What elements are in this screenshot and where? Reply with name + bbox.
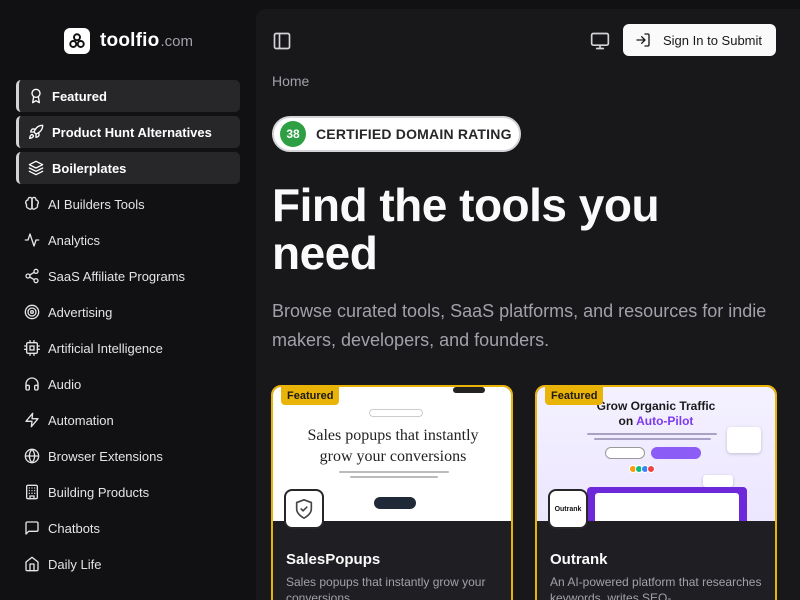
sidebar-item-automation[interactable]: Automation bbox=[16, 404, 240, 436]
sidebar-item-label: Product Hunt Alternatives bbox=[52, 124, 212, 140]
tool-name: SalesPopups bbox=[286, 551, 381, 568]
target-icon bbox=[24, 304, 40, 320]
screenshot-headline-line-1: Grow Organic Traffic bbox=[596, 399, 716, 413]
sidebar-item-label: Chatbots bbox=[48, 520, 101, 536]
theme-toggle-button[interactable] bbox=[590, 31, 610, 51]
screenshot-button-secondary bbox=[605, 447, 645, 459]
logo-icon bbox=[64, 28, 90, 54]
brain-icon bbox=[24, 196, 40, 212]
cpu-icon bbox=[24, 340, 40, 356]
monitor-icon bbox=[590, 32, 610, 50]
sidebar-item-daily-life[interactable]: Daily Life bbox=[16, 548, 240, 580]
screenshot-headline-line-2a: on bbox=[618, 414, 637, 428]
sidebar-item-label: Building Products bbox=[48, 484, 150, 500]
screenshot-button-primary bbox=[651, 447, 701, 459]
sidebar-item-label: Audio bbox=[48, 376, 82, 392]
sign-in-label: Sign In to Submit bbox=[663, 32, 762, 48]
sidebar-item-artificial-intelligence[interactable]: Artificial Intelligence bbox=[16, 332, 240, 364]
globe-icon bbox=[24, 448, 40, 464]
sidebar-item-building-products[interactable]: Building Products bbox=[16, 476, 240, 508]
sidebar-item-browser-extensions[interactable]: Browser Extensions bbox=[16, 440, 240, 472]
domain-rating-score: 38 bbox=[280, 121, 306, 147]
sidebar-item-label: AI Builders Tools bbox=[48, 196, 145, 212]
outrank-logo: Outrank bbox=[548, 489, 588, 529]
sidebar-item-label: Browser Extensions bbox=[48, 448, 163, 464]
zap-icon bbox=[24, 412, 40, 428]
sidebar-item-boilerplates[interactable]: Boilerplates bbox=[16, 152, 240, 184]
sign-in-button[interactable]: Sign In to Submit bbox=[623, 24, 776, 56]
sidebar-item-product-hunt-alternatives[interactable]: Product Hunt Alternatives bbox=[16, 116, 240, 148]
sidebar-item-audio[interactable]: Audio bbox=[16, 368, 240, 400]
activity-icon bbox=[24, 232, 40, 248]
sidebar-item-label: Analytics bbox=[48, 232, 101, 248]
screenshot-headline-line-2b: Auto-Pilot bbox=[636, 414, 694, 428]
main-content: Sign In to Submit Home 38 CERTIFIED DOMA… bbox=[256, 9, 800, 600]
logo-tld: .com bbox=[160, 32, 193, 50]
screenshot-avatars bbox=[629, 465, 655, 473]
sidebar-item-label: Artificial Intelligence bbox=[48, 340, 163, 356]
layers-icon bbox=[28, 160, 44, 176]
screenshot-button bbox=[374, 497, 416, 509]
featured-badge: Featured bbox=[281, 387, 340, 405]
sidebar-nav: Featured Product Hunt Alternatives Boile… bbox=[16, 80, 240, 584]
sidebar-item-saas-affiliate-programs[interactable]: SaaS Affiliate Programs bbox=[16, 260, 240, 292]
screenshot-copy bbox=[587, 433, 717, 443]
sidebar: toolfio .com Featured Product Hunt Altern… bbox=[0, 0, 256, 600]
sidebar-item-analytics[interactable]: Analytics bbox=[16, 224, 240, 256]
award-icon bbox=[28, 88, 44, 104]
outrank-logo-text: Outrank bbox=[554, 505, 582, 513]
sidebar-item-label: Featured bbox=[52, 88, 107, 104]
tool-name: Outrank bbox=[550, 551, 608, 568]
sidebar-item-label: SaaS Affiliate Programs bbox=[48, 268, 186, 284]
sidebar-toggle-button[interactable] bbox=[272, 31, 292, 51]
log-in-icon bbox=[635, 32, 651, 48]
featured-badge: Featured bbox=[545, 387, 604, 405]
screenshot-nav-bar bbox=[453, 387, 485, 393]
tool-card-outrank[interactable]: Featured Grow Organic Traffic on Auto-Pi… bbox=[535, 385, 777, 600]
tool-description: Sales popups that instantly grow your co… bbox=[286, 575, 486, 600]
sidebar-item-label: Advertising bbox=[48, 304, 113, 320]
sidebar-item-ai-builders-tools[interactable]: AI Builders Tools bbox=[16, 188, 240, 220]
logo-name: toolfio bbox=[100, 30, 160, 51]
sidebar-item-chatbots[interactable]: Chatbots bbox=[16, 512, 240, 544]
panel-left-icon bbox=[273, 32, 291, 50]
page-title: Find the tools you need bbox=[272, 179, 660, 279]
screenshot-floating-card bbox=[727, 427, 761, 453]
screenshot-floating-chip bbox=[703, 475, 733, 487]
screenshot-headline: Sales popups that instantly grow your co… bbox=[307, 427, 479, 465]
sidebar-item-label: Daily Life bbox=[48, 556, 102, 572]
home-icon bbox=[24, 556, 40, 572]
sidebar-item-label: Automation bbox=[48, 412, 114, 428]
breadcrumb[interactable]: Home bbox=[272, 73, 309, 89]
tool-description: An AI-powered platform that researches k… bbox=[550, 575, 762, 600]
domain-rating-label: CERTIFIED DOMAIN RATING bbox=[316, 126, 512, 142]
page-subtitle: Browse curated tools, SaaS platforms, an… bbox=[272, 301, 767, 350]
rocket-icon bbox=[28, 124, 44, 140]
domain-rating-badge[interactable]: 38 CERTIFIED DOMAIN RATING bbox=[272, 116, 521, 152]
shield-check-icon bbox=[284, 489, 324, 529]
sidebar-item-label: Boilerplates bbox=[52, 160, 127, 176]
screenshot-copy bbox=[339, 471, 449, 481]
sidebar-item-featured[interactable]: Featured bbox=[16, 80, 240, 112]
logo[interactable]: toolfio .com bbox=[64, 26, 193, 56]
share-icon bbox=[24, 268, 40, 284]
screenshot-tag bbox=[369, 409, 423, 417]
screenshot-app-window bbox=[595, 493, 739, 521]
sidebar-item-advertising[interactable]: Advertising bbox=[16, 296, 240, 328]
tool-card-salespopups[interactable]: Featured Sales popups that instantly gro… bbox=[271, 385, 513, 600]
message-square-icon bbox=[24, 520, 40, 536]
headphones-icon bbox=[24, 376, 40, 392]
building-icon bbox=[24, 484, 40, 500]
